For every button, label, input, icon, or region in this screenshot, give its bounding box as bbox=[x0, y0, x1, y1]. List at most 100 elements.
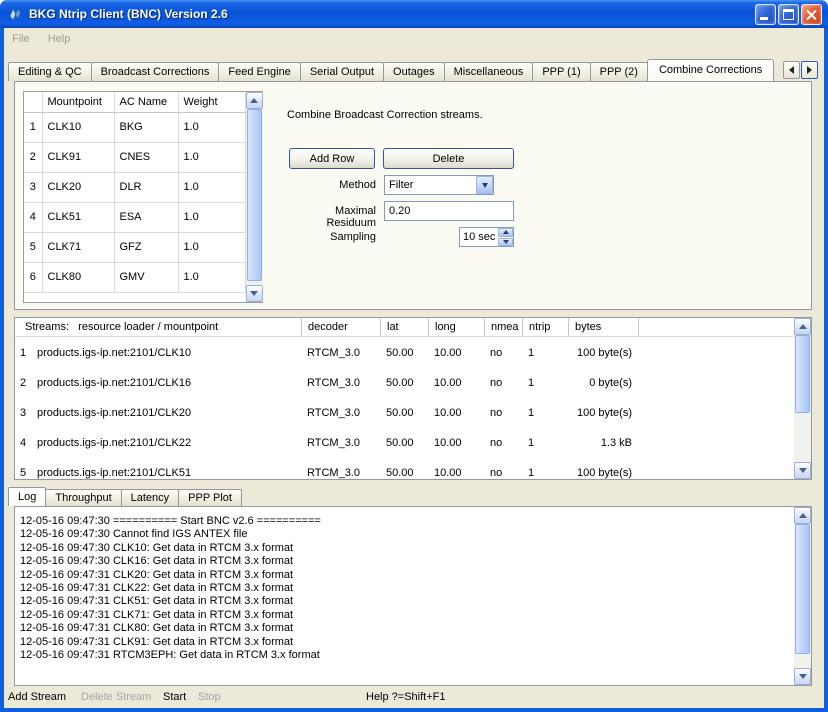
cell-ac-name[interactable]: CNES bbox=[114, 142, 178, 172]
tab-log[interactable]: Log bbox=[8, 487, 46, 506]
cell-bytes[interactable]: 0 byte(s) bbox=[568, 377, 638, 389]
spin-down-button[interactable] bbox=[498, 238, 513, 247]
menu-file[interactable]: File bbox=[12, 33, 30, 45]
cell-decoder[interactable]: RTCM_3.0 bbox=[301, 407, 380, 419]
delete-stream-action[interactable]: Delete Stream bbox=[81, 691, 151, 703]
scroll-up-button[interactable] bbox=[246, 92, 263, 109]
table-row[interactable]: 4 CLK51 ESA 1.0 bbox=[24, 202, 245, 232]
title-bar[interactable]: BKG Ntrip Client (BNC) Version 2.6 bbox=[0, 0, 828, 28]
cell-ntrip[interactable]: 1 bbox=[522, 467, 568, 479]
tab-latency[interactable]: Latency bbox=[121, 489, 180, 506]
stream-row[interactable]: 5 products.igs-ip.net:2101/CLK51 RTCM_3.… bbox=[15, 458, 794, 479]
stop-action[interactable]: Stop bbox=[198, 691, 221, 703]
cell-decoder[interactable]: RTCM_3.0 bbox=[301, 377, 380, 389]
cell-bytes[interactable]: 1.3 kB bbox=[568, 437, 638, 449]
cell-weight[interactable]: 1.0 bbox=[178, 262, 245, 292]
scrollbar-thumb[interactable] bbox=[795, 335, 810, 413]
scroll-down-button[interactable] bbox=[246, 285, 263, 302]
cell-mountpoint[interactable]: CLK91 bbox=[42, 142, 114, 172]
cell-ac-name[interactable]: ESA bbox=[114, 202, 178, 232]
stream-row[interactable]: 1 products.igs-ip.net:2101/CLK10 RTCM_3.… bbox=[15, 338, 794, 368]
start-action[interactable]: Start bbox=[163, 691, 186, 703]
cell-weight[interactable]: 1.0 bbox=[178, 232, 245, 262]
cell-mountpoint[interactable]: CLK80 bbox=[42, 262, 114, 292]
scroll-up-button[interactable] bbox=[794, 318, 811, 335]
stream-row[interactable]: 3 products.igs-ip.net:2101/CLK20 RTCM_3.… bbox=[15, 398, 794, 428]
scrollbar-thumb[interactable] bbox=[795, 524, 810, 654]
cell-nmea[interactable]: no bbox=[484, 377, 522, 389]
cell-mountpoint[interactable]: CLK20 bbox=[42, 172, 114, 202]
method-select[interactable]: Filter bbox=[384, 175, 494, 195]
sampling-spinner[interactable]: 10 sec bbox=[459, 227, 514, 247]
table-row[interactable]: 5 CLK71 GFZ 1.0 bbox=[24, 232, 245, 262]
scrollbar-thumb[interactable] bbox=[247, 109, 262, 281]
tab-scroll-right-button[interactable] bbox=[801, 61, 818, 79]
table-row[interactable]: 6 CLK80 GMV 1.0 bbox=[24, 262, 245, 292]
cell-ac-name[interactable]: BKG bbox=[114, 112, 178, 142]
close-button[interactable] bbox=[801, 4, 822, 25]
cell-source[interactable]: products.igs-ip.net:2101/CLK16 bbox=[31, 377, 301, 389]
cell-weight[interactable]: 1.0 bbox=[178, 112, 245, 142]
cell-mountpoint[interactable]: CLK71 bbox=[42, 232, 114, 262]
scroll-up-button[interactable] bbox=[794, 507, 811, 524]
cell-long[interactable]: 10.00 bbox=[428, 467, 484, 479]
cell-source[interactable]: products.igs-ip.net:2101/CLK22 bbox=[31, 437, 301, 449]
cell-nmea[interactable]: no bbox=[484, 407, 522, 419]
stream-row[interactable]: 2 products.igs-ip.net:2101/CLK16 RTCM_3.… bbox=[15, 368, 794, 398]
cell-lat[interactable]: 50.00 bbox=[380, 347, 428, 359]
cell-lat[interactable]: 50.00 bbox=[380, 377, 428, 389]
cell-ntrip[interactable]: 1 bbox=[522, 437, 568, 449]
tab-throughput[interactable]: Throughput bbox=[45, 489, 121, 506]
tab-serial-output[interactable]: Serial Output bbox=[300, 62, 384, 81]
cell-long[interactable]: 10.00 bbox=[428, 347, 484, 359]
cell-lat[interactable]: 50.00 bbox=[380, 467, 428, 479]
delete-button[interactable]: Delete bbox=[383, 148, 514, 169]
table-row[interactable]: 3 CLK20 DLR 1.0 bbox=[24, 172, 245, 202]
tab-ppp-2[interactable]: PPP (2) bbox=[590, 62, 648, 81]
add-row-button[interactable]: Add Row bbox=[289, 148, 375, 169]
scroll-down-button[interactable] bbox=[794, 462, 811, 479]
cell-lat[interactable]: 50.00 bbox=[380, 407, 428, 419]
chevron-down-icon[interactable] bbox=[476, 176, 493, 194]
tab-ppp-1[interactable]: PPP (1) bbox=[532, 62, 590, 81]
tab-editing-qc[interactable]: Editing & QC bbox=[8, 62, 92, 81]
menu-help[interactable]: Help bbox=[48, 33, 71, 45]
cell-long[interactable]: 10.00 bbox=[428, 407, 484, 419]
tab-miscellaneous[interactable]: Miscellaneous bbox=[444, 62, 534, 81]
cell-long[interactable]: 10.00 bbox=[428, 437, 484, 449]
tab-feed-engine[interactable]: Feed Engine bbox=[218, 62, 300, 81]
cell-ac-name[interactable]: DLR bbox=[114, 172, 178, 202]
table-row[interactable]: 1 CLK10 BKG 1.0 bbox=[24, 112, 245, 142]
cell-weight[interactable]: 1.0 bbox=[178, 142, 245, 172]
cell-ac-name[interactable]: GMV bbox=[114, 262, 178, 292]
combine-table-scrollbar[interactable] bbox=[246, 92, 263, 302]
streams-scrollbar[interactable] bbox=[794, 318, 811, 479]
cell-decoder[interactable]: RTCM_3.0 bbox=[301, 437, 380, 449]
cell-long[interactable]: 10.00 bbox=[428, 377, 484, 389]
cell-mountpoint[interactable]: CLK10 bbox=[42, 112, 114, 142]
tab-combine-corrections[interactable]: Combine Corrections bbox=[647, 59, 774, 81]
cell-lat[interactable]: 50.00 bbox=[380, 437, 428, 449]
log-scrollbar[interactable] bbox=[794, 507, 811, 685]
cell-ntrip[interactable]: 1 bbox=[522, 407, 568, 419]
cell-ntrip[interactable]: 1 bbox=[522, 347, 568, 359]
cell-mountpoint[interactable]: CLK51 bbox=[42, 202, 114, 232]
cell-ac-name[interactable]: GFZ bbox=[114, 232, 178, 262]
cell-nmea[interactable]: no bbox=[484, 347, 522, 359]
tab-broadcast-corrections[interactable]: Broadcast Corrections bbox=[91, 62, 220, 81]
cell-decoder[interactable]: RTCM_3.0 bbox=[301, 467, 380, 479]
cell-weight[interactable]: 1.0 bbox=[178, 202, 245, 232]
tab-ppp-plot[interactable]: PPP Plot bbox=[178, 489, 242, 506]
minimize-button[interactable] bbox=[755, 4, 776, 25]
cell-weight[interactable]: 1.0 bbox=[178, 172, 245, 202]
cell-bytes[interactable]: 100 byte(s) bbox=[568, 347, 638, 359]
tab-scroll-left-button[interactable] bbox=[783, 61, 800, 79]
add-stream-action[interactable]: Add Stream bbox=[8, 691, 66, 703]
scroll-down-button[interactable] bbox=[794, 668, 811, 685]
maximize-button[interactable] bbox=[778, 4, 799, 25]
cell-nmea[interactable]: no bbox=[484, 437, 522, 449]
cell-source[interactable]: products.igs-ip.net:2101/CLK51 bbox=[31, 467, 301, 479]
cell-decoder[interactable]: RTCM_3.0 bbox=[301, 347, 380, 359]
cell-ntrip[interactable]: 1 bbox=[522, 377, 568, 389]
stream-row[interactable]: 4 products.igs-ip.net:2101/CLK22 RTCM_3.… bbox=[15, 428, 794, 458]
